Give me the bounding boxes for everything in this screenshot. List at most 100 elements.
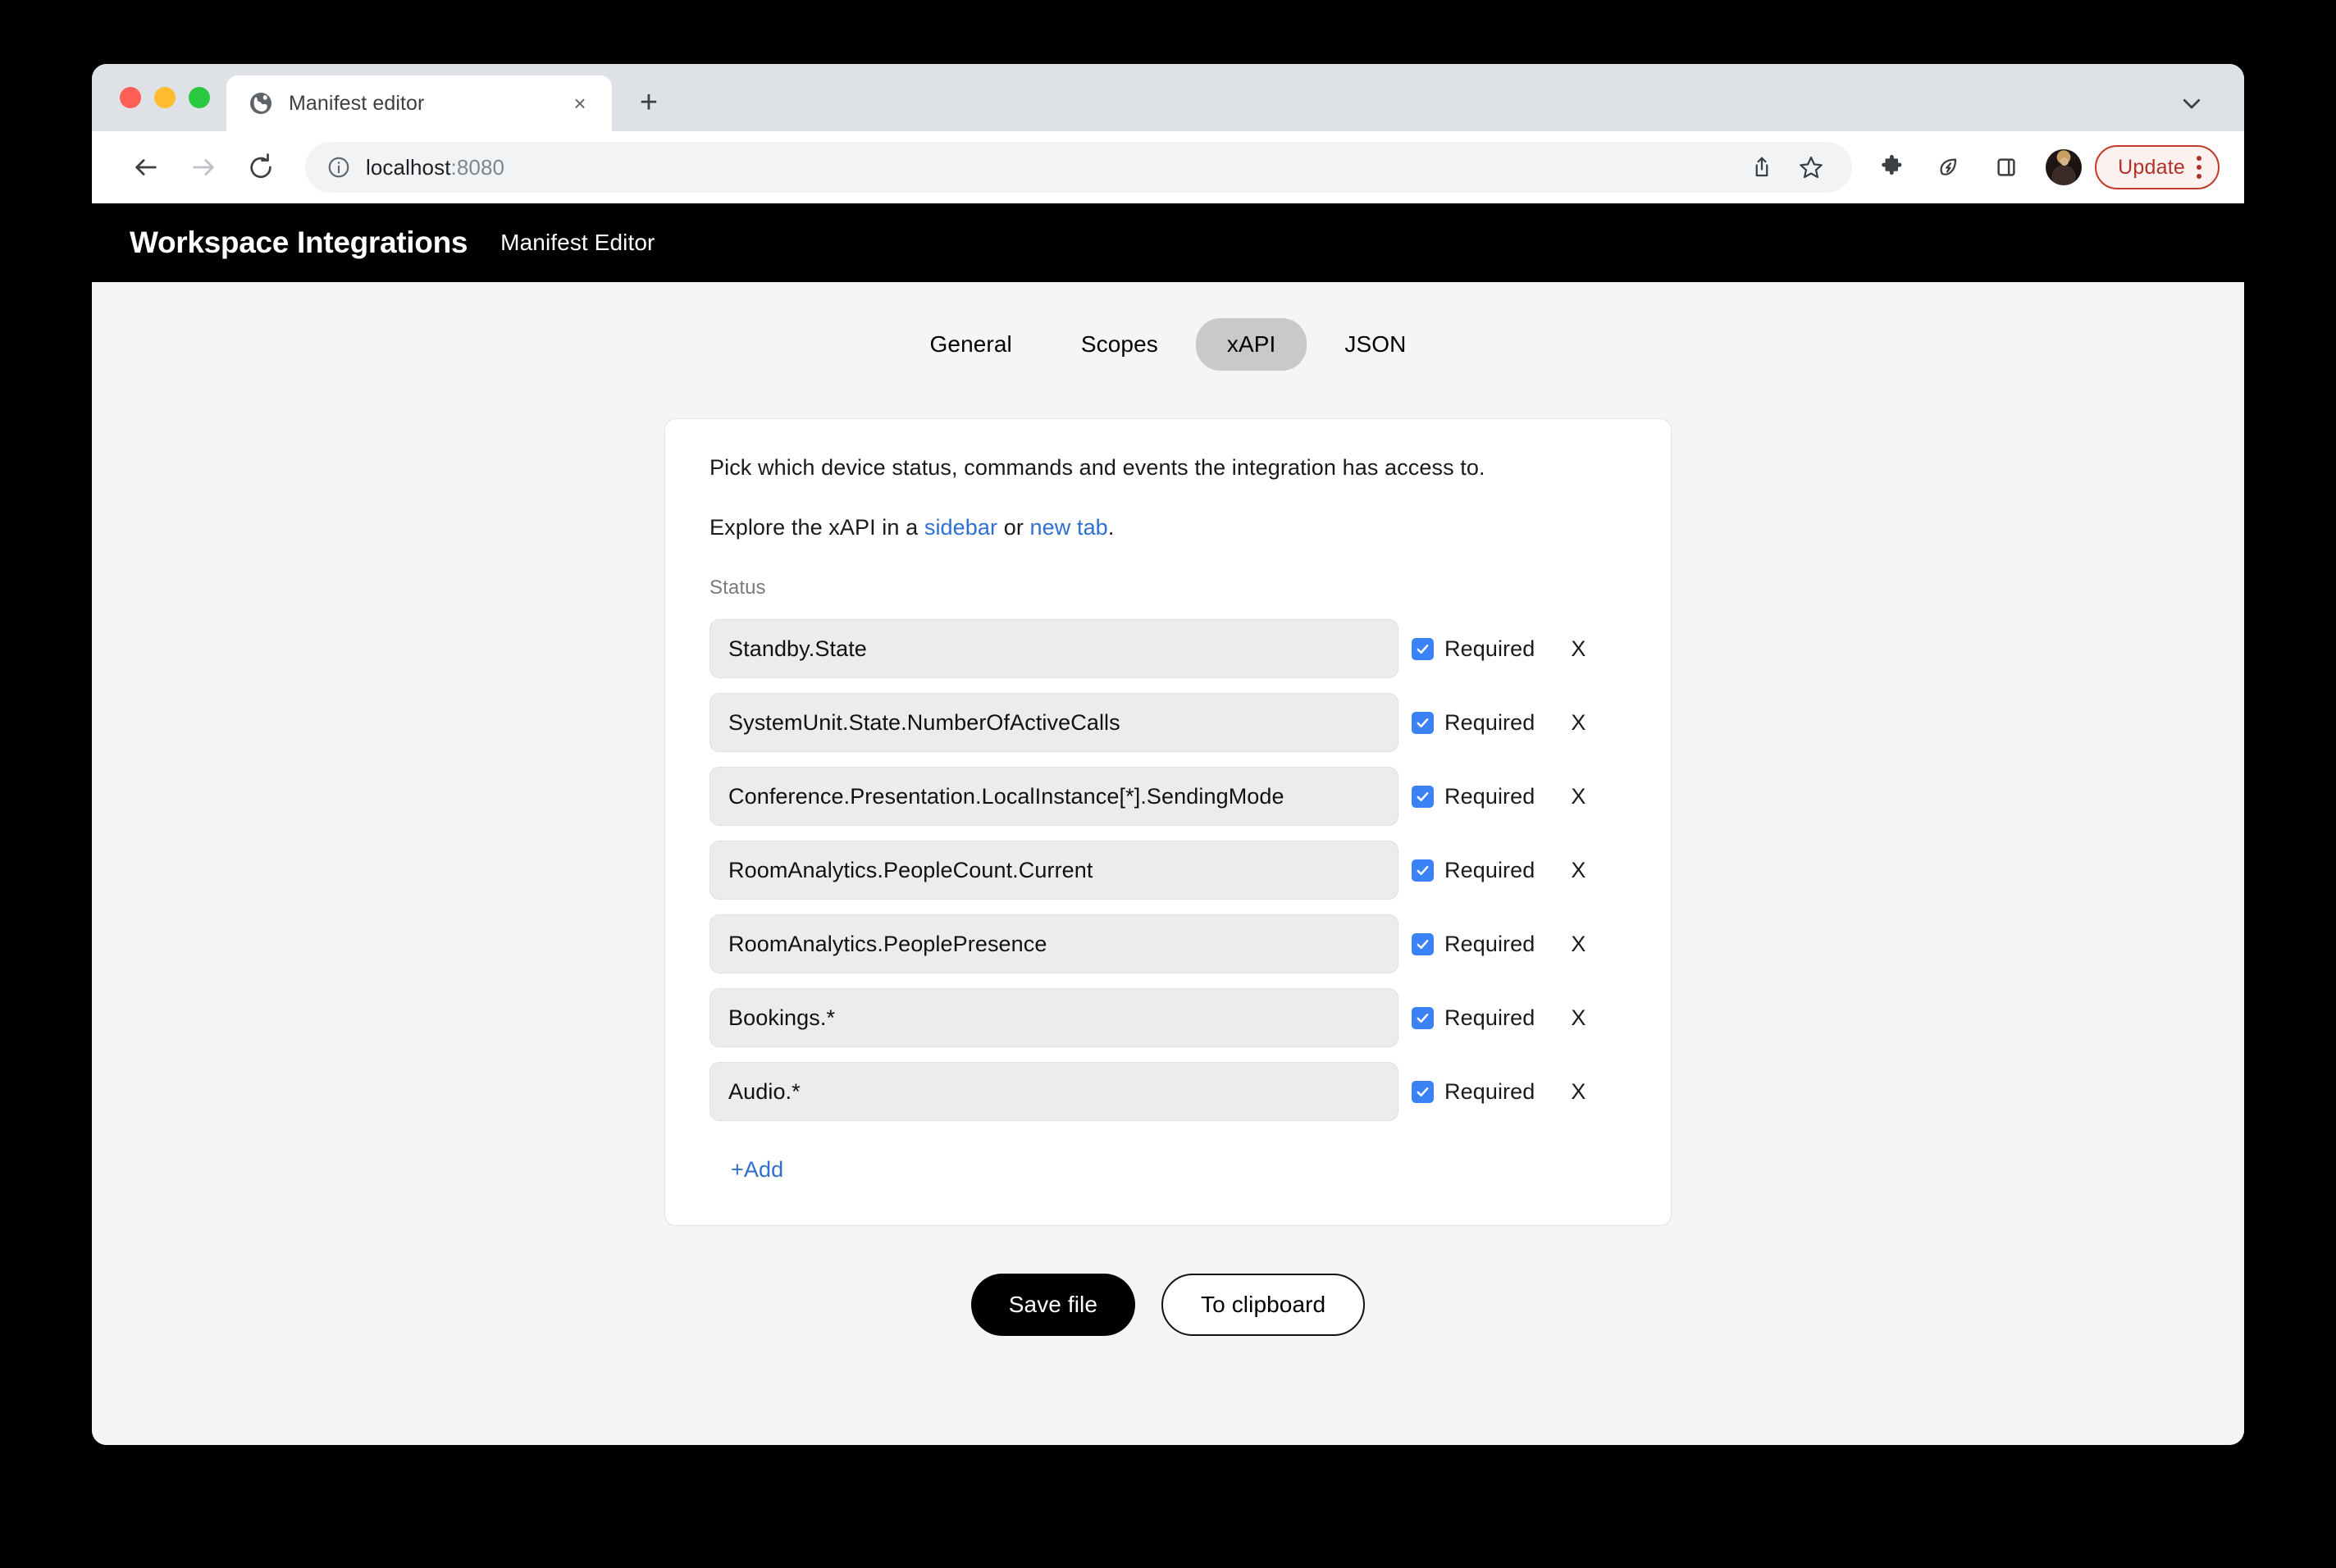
share-icon[interactable] <box>1739 144 1785 190</box>
bookmark-star-icon[interactable] <box>1788 144 1834 190</box>
app-brand: Workspace Integrations <box>130 226 468 260</box>
status-path-input[interactable]: Conference.Presentation.LocalInstance[*]… <box>709 767 1398 826</box>
required-label: Required <box>1444 1079 1535 1105</box>
required-label: Required <box>1444 858 1535 883</box>
info-circle-icon <box>326 155 351 180</box>
close-window-button[interactable] <box>120 87 141 108</box>
required-checkbox-group[interactable]: Required <box>1412 932 1535 957</box>
browser-menu-icon[interactable] <box>2197 156 2208 179</box>
status-row: Standby.State Required X <box>709 619 1627 678</box>
energy-saver-leaf-icon[interactable] <box>1923 141 1975 194</box>
add-status-button[interactable]: +Add <box>731 1157 783 1183</box>
close-tab-button[interactable]: × <box>566 89 594 117</box>
remove-row-button[interactable]: X <box>1566 932 1590 957</box>
status-path-input[interactable]: Standby.State <box>709 619 1398 678</box>
save-file-button[interactable]: Save file <box>971 1274 1135 1336</box>
remove-row-button[interactable]: X <box>1566 1079 1590 1105</box>
required-label: Required <box>1444 784 1535 809</box>
to-clipboard-button[interactable]: To clipboard <box>1161 1274 1365 1336</box>
address-bar-url: localhost:8080 <box>366 155 504 180</box>
required-checkbox[interactable] <box>1412 1007 1434 1029</box>
update-button[interactable]: Update <box>2095 145 2220 189</box>
browser-window: Manifest editor × + <box>92 64 2244 1445</box>
tab-xapi[interactable]: xAPI <box>1196 318 1307 371</box>
remove-row-button[interactable]: X <box>1566 636 1590 662</box>
update-button-label: Update <box>2118 156 2185 180</box>
required-checkbox-group[interactable]: Required <box>1412 1079 1535 1105</box>
chevron-down-icon[interactable] <box>2167 75 2216 131</box>
status-path-value: RoomAnalytics.PeopleCount.Current <box>728 858 1093 883</box>
back-icon[interactable] <box>120 141 172 194</box>
globe-icon <box>248 90 274 116</box>
status-section-label: Status <box>709 577 1627 599</box>
status-path-input[interactable]: Audio.* <box>709 1062 1398 1121</box>
card-explore-text: Explore the xAPI in a sidebar or new tab… <box>709 515 1627 540</box>
required-checkbox[interactable] <box>1412 712 1434 734</box>
forward-icon[interactable] <box>177 141 230 194</box>
browser-tab-title: Manifest editor <box>289 92 551 116</box>
status-path-input[interactable]: RoomAnalytics.PeopleCount.Current <box>709 841 1398 900</box>
remove-row-button[interactable]: X <box>1566 784 1590 809</box>
reload-icon[interactable] <box>235 141 287 194</box>
remove-row-button[interactable]: X <box>1566 710 1590 736</box>
footer-actions: Save file To clipboard <box>92 1274 2244 1336</box>
tab-general[interactable]: General <box>899 318 1043 371</box>
remove-row-button[interactable]: X <box>1566 858 1590 883</box>
required-label: Required <box>1444 1005 1535 1031</box>
required-label: Required <box>1444 636 1535 662</box>
status-path-value: Audio.* <box>728 1079 801 1105</box>
required-label: Required <box>1444 932 1535 957</box>
required-checkbox-group[interactable]: Required <box>1412 1005 1535 1031</box>
explore-middle: or <box>997 515 1029 540</box>
status-row: Audio.* Required X <box>709 1062 1627 1121</box>
new-tab-link[interactable]: new tab <box>1030 515 1108 540</box>
avatar[interactable] <box>2046 149 2082 185</box>
xapi-card: Pick which device status, commands and e… <box>664 418 1672 1226</box>
sidebar-link[interactable]: sidebar <box>924 515 997 540</box>
status-path-input[interactable]: Bookings.* <box>709 988 1398 1047</box>
status-path-input[interactable]: SystemUnit.State.NumberOfActiveCalls <box>709 693 1398 752</box>
tab-bar: General Scopes xAPI JSON <box>92 318 2244 371</box>
omnibox-actions <box>1739 144 1834 190</box>
required-checkbox[interactable] <box>1412 1081 1434 1103</box>
app-body: General Scopes xAPI JSON Pick which devi… <box>92 282 2244 1445</box>
tab-json[interactable]: JSON <box>1313 318 1437 371</box>
address-bar[interactable]: localhost:8080 <box>305 142 1852 193</box>
status-path-value: Conference.Presentation.LocalInstance[*]… <box>728 784 1284 809</box>
status-path-value: RoomAnalytics.PeoplePresence <box>728 932 1047 957</box>
new-tab-button[interactable]: + <box>623 77 674 128</box>
required-checkbox-group[interactable]: Required <box>1412 636 1535 662</box>
required-checkbox[interactable] <box>1412 933 1434 955</box>
app-subtitle: Manifest Editor <box>500 230 655 256</box>
remove-row-button[interactable]: X <box>1566 1005 1590 1031</box>
explore-suffix: . <box>1108 515 1115 540</box>
status-row: Conference.Presentation.LocalInstance[*]… <box>709 767 1627 826</box>
card-lead-text: Pick which device status, commands and e… <box>709 455 1627 481</box>
tab-scopes[interactable]: Scopes <box>1050 318 1189 371</box>
required-checkbox-group[interactable]: Required <box>1412 858 1535 883</box>
toolbar-right-actions: Update <box>1865 141 2220 194</box>
status-row: Bookings.* Required X <box>709 988 1627 1047</box>
required-checkbox[interactable] <box>1412 638 1434 660</box>
minimize-window-button[interactable] <box>154 87 176 108</box>
required-checkbox[interactable] <box>1412 859 1434 882</box>
status-path-input[interactable]: RoomAnalytics.PeoplePresence <box>709 914 1398 973</box>
page-viewport: Workspace Integrations Manifest Editor G… <box>92 203 2244 1445</box>
window-traffic-lights <box>92 64 226 131</box>
browser-tab-strip: Manifest editor × + <box>92 64 2244 131</box>
required-checkbox-group[interactable]: Required <box>1412 710 1535 736</box>
status-row: RoomAnalytics.PeoplePresence Required X <box>709 914 1627 973</box>
maximize-window-button[interactable] <box>189 87 210 108</box>
browser-tab[interactable]: Manifest editor × <box>226 75 612 131</box>
app-header: Workspace Integrations Manifest Editor <box>92 203 2244 282</box>
status-row: RoomAnalytics.PeopleCount.Current Requir… <box>709 841 1627 900</box>
extensions-puzzle-icon[interactable] <box>1865 141 1918 194</box>
browser-toolbar: localhost:8080 <box>92 131 2244 203</box>
required-label: Required <box>1444 710 1535 736</box>
status-path-value: Bookings.* <box>728 1005 835 1031</box>
status-row: SystemUnit.State.NumberOfActiveCalls Req… <box>709 693 1627 752</box>
required-checkbox-group[interactable]: Required <box>1412 784 1535 809</box>
status-path-value: Standby.State <box>728 636 867 662</box>
required-checkbox[interactable] <box>1412 786 1434 808</box>
side-panel-icon[interactable] <box>1980 141 2033 194</box>
